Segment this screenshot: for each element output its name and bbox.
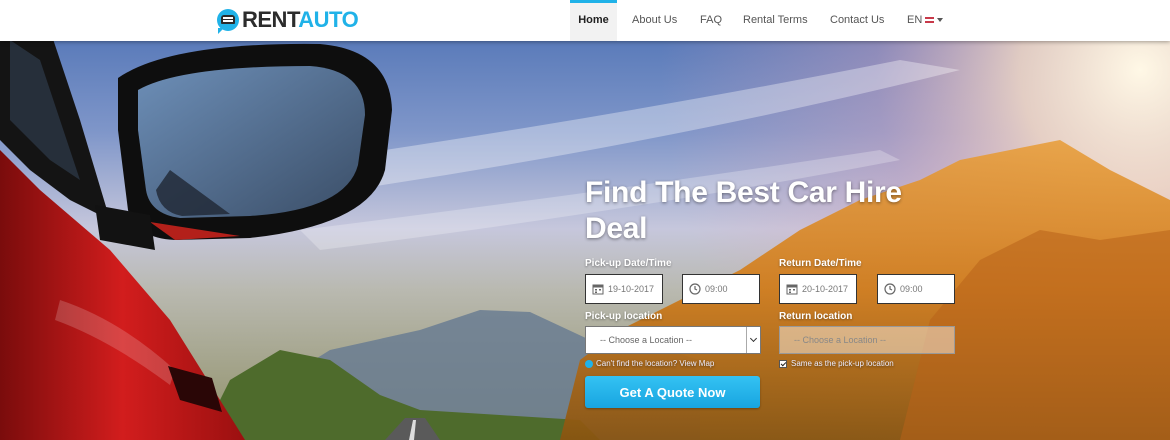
language-selector[interactable]: EN <box>907 0 944 41</box>
return-time-value: 09:00 <box>900 284 923 294</box>
nav-item-home[interactable]: Home <box>570 0 617 41</box>
return-date-value: 20-10-2017 <box>802 284 849 294</box>
return-location-select[interactable]: -- Choose a Location -- <box>779 326 955 354</box>
pickup-time-value: 09:00 <box>705 284 728 294</box>
same-as-pickup-checkbox[interactable]: Same as the pick-up location <box>779 359 894 368</box>
pickup-date-input[interactable]: 19-10-2017 <box>585 274 663 304</box>
return-time-input[interactable]: 09:00 <box>877 274 955 304</box>
hero-title: Find The Best Car Hire Deal <box>585 176 902 245</box>
return-datetime-label: Return Date/Time <box>779 258 862 269</box>
same-as-pickup-label: Same as the pick-up location <box>791 359 894 368</box>
pickup-datetime-label: Pick-up Date/Time <box>585 258 672 269</box>
nav-item-contact-us[interactable]: Contact Us <box>830 0 884 41</box>
nav-item-about-us[interactable]: About Us <box>632 0 677 41</box>
nav-item-rental-terms[interactable]: Rental Terms <box>743 0 808 41</box>
pickup-date-value: 19-10-2017 <box>608 284 655 294</box>
logo-text-rent: RENT <box>242 7 299 32</box>
pickup-time-input[interactable]: 09:00 <box>682 274 760 304</box>
logo-car-icon <box>217 9 239 34</box>
logo-text-auto: AUTO <box>298 7 359 32</box>
get-quote-button[interactable]: Get A Quote Now <box>585 376 760 408</box>
map-marker-icon <box>585 359 593 368</box>
pickup-location-value: -- Choose a Location -- <box>600 335 693 345</box>
cant-find-location-text: Can't find the location? View Map <box>596 359 715 368</box>
clock-icon <box>689 283 701 295</box>
chevron-down-icon <box>937 18 944 23</box>
pickup-location-label: Pick-up location <box>585 311 663 322</box>
calendar-icon <box>786 284 798 295</box>
chevron-down-icon <box>746 327 760 353</box>
return-date-input[interactable]: 20-10-2017 <box>779 274 857 304</box>
uk-flag-icon <box>925 17 935 24</box>
return-location-value: -- Choose a Location -- <box>794 335 887 345</box>
view-map-link[interactable]: Can't find the location? View Map <box>585 359 714 368</box>
language-code: EN <box>907 14 923 26</box>
navbar: RENTAUTO Home About Us FAQ Rental Terms … <box>0 0 1170 41</box>
rentauto-logo[interactable]: RENTAUTO <box>217 6 359 34</box>
nav-item-faq[interactable]: FAQ <box>700 0 722 41</box>
return-location-label: Return location <box>779 311 853 322</box>
clock-icon <box>884 283 896 295</box>
pickup-location-select[interactable]: -- Choose a Location -- <box>585 326 761 354</box>
calendar-icon <box>592 284 604 295</box>
checkbox-checked-icon[interactable] <box>779 359 787 368</box>
